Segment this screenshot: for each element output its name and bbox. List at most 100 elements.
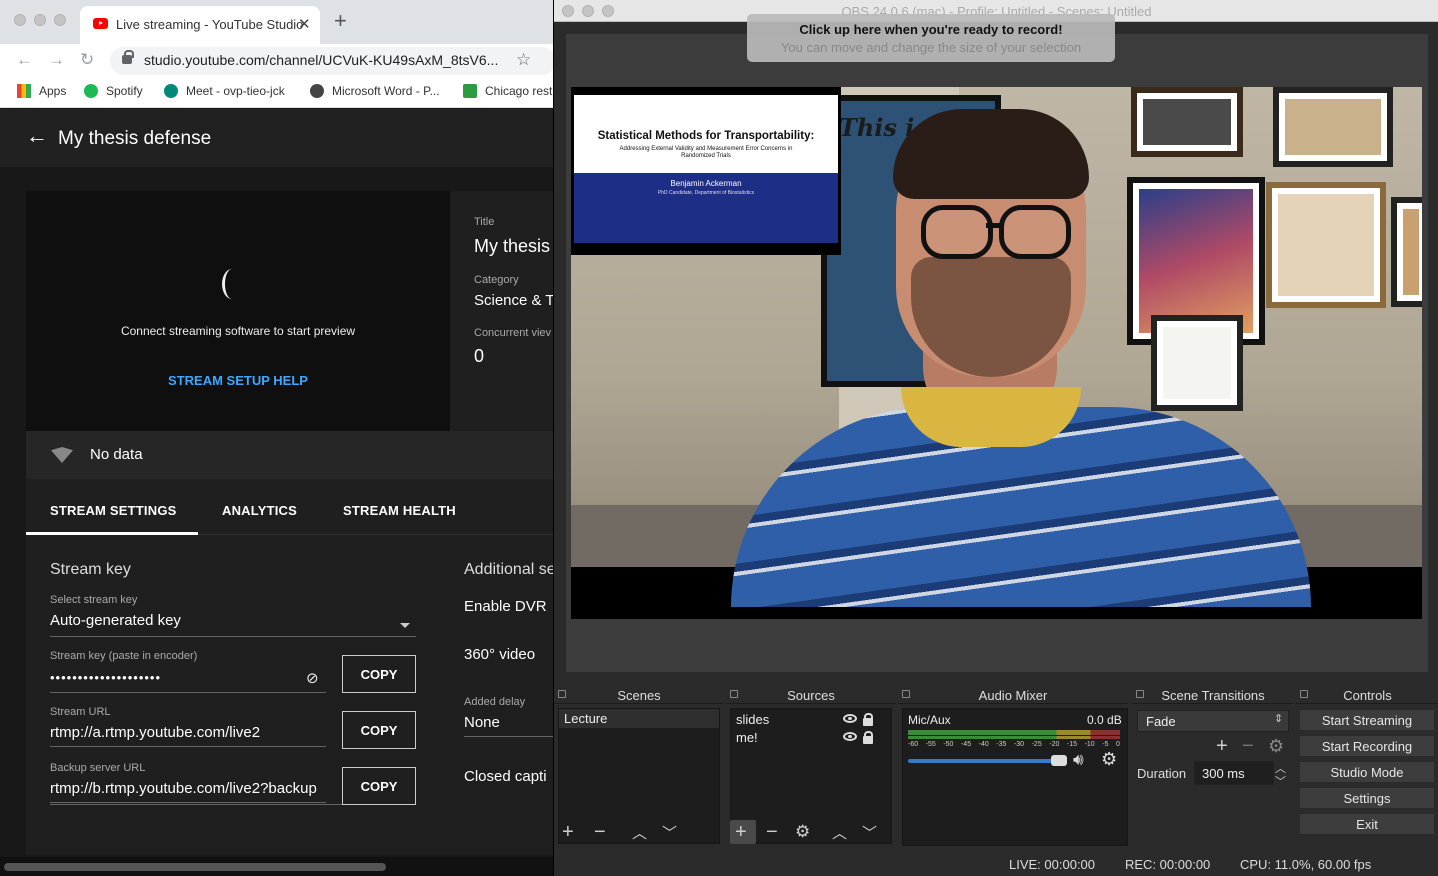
duration-label: Duration <box>1137 766 1187 781</box>
record-hint-tooltip[interactable]: Click up here when you're ready to recor… <box>747 14 1115 62</box>
enable-dvr-toggle[interactable]: Enable DVR <box>464 598 547 615</box>
source-item-slides[interactable]: slides <box>736 712 769 727</box>
start-recording-button[interactable]: Start Recording <box>1299 735 1435 757</box>
copy-stream-url-button[interactable]: COPY <box>342 711 416 749</box>
star-icon[interactable]: ☆ <box>516 50 531 70</box>
visibility-eye-icon[interactable] <box>843 714 857 723</box>
viewers-label: Concurrent viev <box>474 327 552 339</box>
move-up-icon[interactable]: ︿ <box>632 824 647 844</box>
closed-captions-toggle[interactable]: Closed capti <box>464 768 547 785</box>
transition-select[interactable]: Fade ⇕ <box>1137 710 1289 732</box>
browser-tab[interactable]: Live streaming - YouTube Studio ✕ <box>80 6 320 44</box>
bookmark-chicago[interactable]: Chicago rest <box>463 84 552 98</box>
stream-settings-panel: Stream key Select stream key Auto-genera… <box>26 535 556 855</box>
back-arrow-icon[interactable]: ← <box>26 123 48 149</box>
close-tab-icon[interactable]: ✕ <box>298 15 311 33</box>
address-bar[interactable]: studio.youtube.com/channel/UCVuK-KU49sAx… <box>110 47 556 75</box>
glasses-bridge <box>986 223 1002 228</box>
settings-button[interactable]: Settings <box>1299 787 1435 809</box>
lock-icon[interactable] <box>863 731 873 744</box>
sources-dock-header: Sources <box>726 684 896 704</box>
remove-source-icon[interactable]: − <box>766 822 778 842</box>
hair <box>893 109 1089 199</box>
added-delay-select[interactable]: None <box>464 711 556 737</box>
settings-tabs: STREAM SETTINGS ANALYTICS STREAM HEALTH <box>26 479 556 535</box>
add-transition-icon[interactable]: + <box>1216 736 1228 756</box>
volume-slider[interactable] <box>908 759 1066 763</box>
live-timer: LIVE: 00:00:00 <box>1009 857 1096 872</box>
transition-gear-icon[interactable]: ⚙ <box>1268 736 1284 756</box>
start-streaming-button[interactable]: Start Streaming <box>1299 709 1435 731</box>
scrollbar-thumb[interactable] <box>4 863 386 871</box>
hide-eye-icon[interactable]: ⊘ <box>306 669 319 687</box>
new-tab-icon[interactable]: + <box>334 10 347 32</box>
tab-analytics[interactable]: ANALYTICS <box>222 503 297 518</box>
copy-stream-key-button[interactable]: COPY <box>342 655 416 693</box>
hint-subtitle: You can move and change the size of your… <box>780 40 1082 55</box>
updown-chevron-icon: ⇕ <box>1274 713 1284 725</box>
bookmark-word[interactable]: Microsoft Word - P... <box>310 84 440 98</box>
remove-transition-icon[interactable]: − <box>1242 736 1254 756</box>
duration-spinbox[interactable]: 300 ms <box>1194 761 1274 785</box>
stream-key-label: Stream key (paste in encoder) <box>50 650 198 662</box>
remove-scene-icon[interactable]: − <box>594 822 606 842</box>
close-window-button[interactable] <box>14 14 26 26</box>
stream-url-label: Stream URL <box>50 706 111 718</box>
back-icon[interactable]: ← <box>16 50 33 70</box>
stream-url-field[interactable]: rtmp://a.rtmp.youtube.com/live2 <box>50 721 326 747</box>
stream-key-heading: Stream key <box>50 561 131 578</box>
zoom-window-button[interactable] <box>54 14 66 26</box>
forward-icon[interactable]: → <box>48 50 65 70</box>
video-360-toggle[interactable]: 360° video <box>464 646 535 663</box>
move-down-icon[interactable]: ﹀ <box>862 824 877 844</box>
slides-source[interactable]: Statistical Methods for Transportability… <box>571 87 841 255</box>
source-item-me[interactable]: me! <box>736 730 758 745</box>
studio-mode-button[interactable]: Studio Mode <box>1299 761 1435 783</box>
mixer-gear-icon[interactable]: ⚙ <box>1101 749 1117 770</box>
volume-slider-handle[interactable] <box>1051 755 1067 766</box>
visibility-eye-icon[interactable] <box>843 732 857 741</box>
bookmark-meet[interactable]: Meet - ovp-tieo-jck <box>164 84 285 98</box>
bookmark-spotify[interactable]: Spotify <box>84 84 143 98</box>
scene-transitions-dock: Scene Transitions Fade ⇕ + − ⚙ Duration … <box>1132 684 1294 846</box>
copy-backup-url-button[interactable]: COPY <box>342 767 416 805</box>
select-key-label: Select stream key <box>50 594 138 606</box>
poster-text: This i <box>839 113 915 142</box>
backup-url-field[interactable]: rtmp://b.rtmp.youtube.com/live2?backup <box>50 777 326 803</box>
stream-setup-help-link[interactable]: STREAM SETUP HELP <box>26 373 450 388</box>
scenes-dock: Scenes Lecture + − ︿ ﹀ <box>554 684 724 846</box>
additional-settings-heading: Additional se <box>464 561 556 578</box>
added-delay-value: None <box>464 714 500 731</box>
horizontal-scrollbar[interactable] <box>0 857 556 876</box>
meet-icon <box>164 84 178 98</box>
no-data-text: No data <box>90 446 143 463</box>
volume-meter-bottom <box>908 736 1120 739</box>
move-down-icon[interactable]: ﹀ <box>662 824 677 844</box>
exit-button[interactable]: Exit <box>1299 813 1435 835</box>
slide-title: Statistical Methods for Transportability… <box>597 130 815 142</box>
health-banner: No data <box>26 431 556 479</box>
category-value: Science & T <box>474 292 555 309</box>
program-preview[interactable]: This i Statistical Methods for Transport… <box>571 87 1422 619</box>
decrease-icon[interactable]: ﹀ <box>1275 773 1286 789</box>
scene-item[interactable]: Lecture <box>564 711 607 726</box>
add-scene-icon[interactable]: + <box>562 822 574 842</box>
stream-key-select[interactable]: Auto-generated key <box>50 611 416 637</box>
reload-icon[interactable]: ↻ <box>80 50 94 70</box>
health-icon <box>51 447 73 463</box>
speaker-icon[interactable]: 🔊︎ <box>1073 750 1084 770</box>
stream-key-field[interactable]: •••••••••••••••••••• ⊘ <box>50 667 326 693</box>
youtube-icon <box>93 18 108 29</box>
tab-stream-health[interactable]: STREAM HEALTH <box>343 503 456 518</box>
lock-icon[interactable] <box>863 713 873 726</box>
transitions-title: Scene Transitions <box>1161 688 1265 703</box>
move-up-icon[interactable]: ︿ <box>832 824 847 844</box>
picture-frame <box>1273 87 1393 167</box>
spotify-icon <box>84 84 98 98</box>
volume-meter-top <box>908 730 1120 735</box>
add-source-icon[interactable]: + <box>735 822 747 842</box>
minimize-window-button[interactable] <box>34 14 46 26</box>
bookmark-apps[interactable]: Apps <box>17 84 66 98</box>
tab-stream-settings[interactable]: STREAM SETTINGS <box>50 503 177 518</box>
source-properties-gear-icon[interactable]: ⚙ <box>795 822 810 842</box>
